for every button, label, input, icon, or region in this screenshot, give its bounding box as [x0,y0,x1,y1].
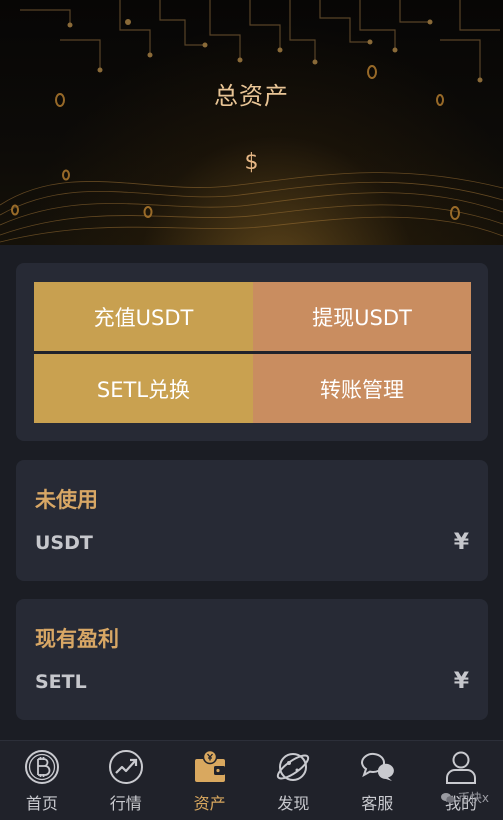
nav-label-discover: 发现 [277,794,310,813]
balance-card-coin: USDT [35,532,93,554]
nav-item-profile[interactable]: 我的 [419,741,503,820]
bottom-nav: 首页 行情 资产 发现 客服 我的 [0,740,503,820]
balance-card-title: 现有盈利 [35,627,119,651]
nav-label-home: 首页 [25,794,58,813]
balance-card-value: ¥ [453,669,469,694]
withdraw-usdt-button[interactable]: 提现USDT [253,282,471,351]
balance-card-profit[interactable]: 现有盈利 SETL ¥ [16,599,488,720]
nav-label-assets: 资产 [193,794,226,813]
circuit-background [0,0,503,243]
nav-item-support[interactable]: 客服 [335,741,419,820]
asset-actions-card: 充值USDT 提现USDT SETL兑换 转账管理 [16,263,488,441]
wechat-icon [440,792,455,803]
deposit-usdt-button[interactable]: 充值USDT [34,282,253,351]
balance-card-coin: SETL [35,671,87,693]
balance-card-value: ¥ [453,530,469,555]
total-assets-header: 总资产 $ [0,0,503,245]
bitcoin-icon [24,750,59,784]
nav-item-home[interactable]: 首页 [0,741,84,820]
total-assets-amount: $ [244,150,259,175]
asset-actions-grid: 充值USDT 提现USDT SETL兑换 转账管理 [34,282,471,423]
balance-card-title: 未使用 [35,488,98,512]
nav-label-support: 客服 [361,794,394,813]
wallet-icon [194,749,225,782]
user-icon [446,751,477,784]
total-assets-title: 总资产 [214,82,289,110]
transfer-management-button[interactable]: 转账管理 [253,354,471,423]
nav-item-discover[interactable]: 发现 [251,741,335,820]
nav-item-market[interactable]: 行情 [84,741,168,820]
chat-bubbles-icon [361,752,395,781]
nav-label-market: 行情 [109,794,142,813]
setl-exchange-button[interactable]: SETL兑换 [34,354,253,423]
watermark-text: 币快x [457,791,489,805]
nav-item-assets[interactable]: 资产 [168,741,252,820]
watermark: 币快x [440,789,489,806]
planet-icon [277,753,310,781]
balance-card-unused[interactable]: 未使用 USDT ¥ [16,460,488,581]
trend-chart-icon [108,750,143,784]
